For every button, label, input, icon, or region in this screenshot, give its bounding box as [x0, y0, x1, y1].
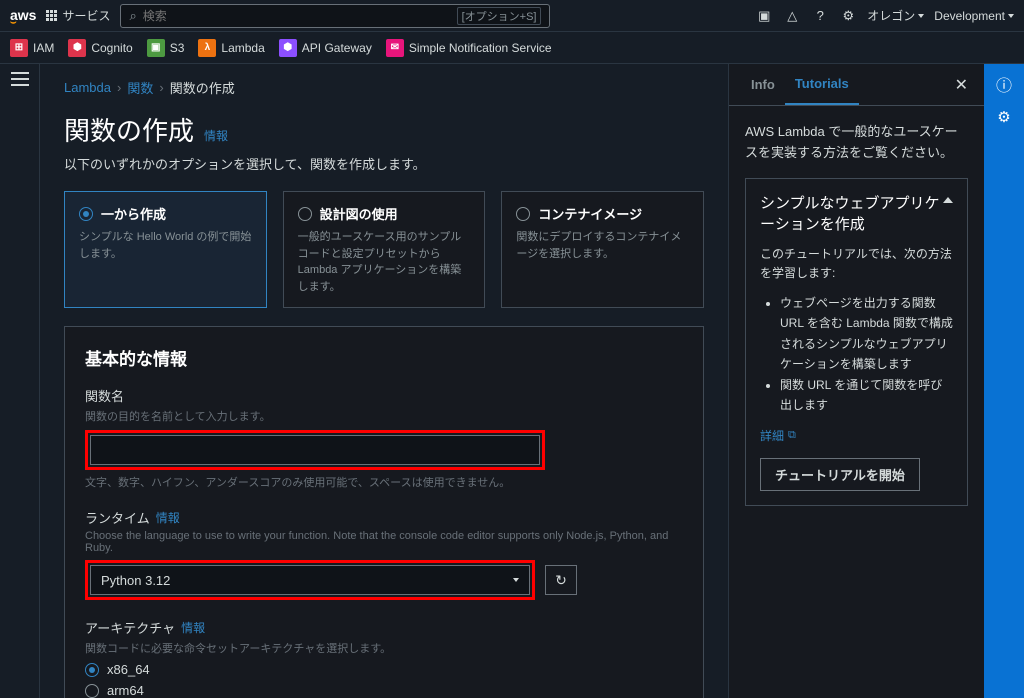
fav-apigw[interactable]: ⬢API Gateway	[279, 39, 372, 57]
arch-x86-radio[interactable]: x86_64	[85, 662, 683, 677]
basic-info-panel: 基本的な情報 関数名 関数の目的を名前として入力します。 文字、数字、ハイフン、…	[64, 326, 704, 698]
rt-label: ランタイム情報	[85, 508, 683, 527]
left-nav-rail	[0, 64, 40, 698]
settings-icon[interactable]: ⚙	[839, 7, 857, 25]
gear-icon[interactable]: ⚙	[997, 108, 1010, 126]
arch-hint: 関数コードに必要な命令セットアーキテクチャを選択します。	[85, 640, 683, 656]
tutorial-desc: このチュートリアルでは、次の方法を学習します:	[760, 245, 953, 283]
option-scratch[interactable]: 一から作成 シンプルな Hello World の例で開始します。	[64, 191, 267, 308]
info-link[interactable]: 情報	[204, 127, 228, 144]
radio-icon	[85, 684, 99, 698]
side-body: AWS Lambda で一般的なユースケースを実装する方法をご覧ください。 シン…	[729, 106, 984, 522]
panel-heading: 基本的な情報	[85, 345, 683, 370]
help-icon[interactable]: ?	[811, 7, 829, 25]
rt-hint: Choose the language to use to write your…	[85, 530, 683, 554]
detail-link[interactable]: 詳細⧉	[760, 427, 953, 444]
architecture-field: アーキテクチャ情報 関数コードに必要な命令セットアーキテクチャを選択します。 x…	[85, 618, 683, 698]
tutorial-title: シンプルなウェブアプリケーションを作成	[760, 193, 943, 235]
info-link[interactable]: 情報	[156, 509, 180, 526]
list-item: ウェブページを出力する関数 URL を含む Lambda 関数で構成されるシンプ…	[780, 293, 953, 375]
refresh-icon: ↻	[555, 572, 567, 589]
notifications-icon[interactable]: △	[783, 7, 801, 25]
radio-icon	[516, 207, 530, 221]
option-container[interactable]: コンテナイメージ 関数にデプロイするコンテナイメージを選択します。	[501, 191, 704, 308]
fav-sns[interactable]: ✉Simple Notification Service	[386, 39, 552, 57]
list-item: 関数 URL を通じて関数を呼び出します	[780, 375, 953, 416]
page-subtitle: 以下のいずれかのオプションを選択して、関数を作成します。	[64, 154, 704, 173]
tutorial-card: シンプルなウェブアプリケーションを作成 このチュートリアルでは、次の方法を学習し…	[745, 178, 968, 507]
info-link[interactable]: 情報	[181, 619, 205, 636]
tab-tutorials[interactable]: Tutorials	[785, 64, 859, 105]
arch-label: アーキテクチャ情報	[85, 618, 683, 637]
info-icon[interactable]: ⓘ	[996, 72, 1012, 96]
tab-info[interactable]: Info	[741, 65, 785, 104]
crumb-functions[interactable]: 関数	[127, 78, 153, 97]
services-menu[interactable]: サービス	[46, 7, 110, 24]
fav-s3[interactable]: ▣S3	[147, 39, 185, 57]
fn-constraint: 文字、数字、ハイフン、アンダースコアのみ使用可能で、スペースは使用できません。	[85, 474, 683, 490]
refresh-button[interactable]: ↻	[545, 565, 577, 595]
side-intro: AWS Lambda で一般的なユースケースを実装する方法をご覧ください。	[745, 122, 968, 164]
close-panel-button[interactable]: ✕	[951, 71, 972, 99]
fn-label: 関数名	[85, 386, 683, 405]
crumb-current: 関数の作成	[170, 78, 235, 97]
crumb-sep: ›	[117, 80, 121, 95]
runtime-select[interactable]: Python 3.12	[90, 565, 530, 595]
highlight-annotation	[85, 430, 545, 470]
top-nav: aws⌣ サービス ⌕ [オプション+S] ▣ △ ? ⚙ オレゴン Devel…	[0, 0, 1024, 32]
start-tutorial-button[interactable]: チュートリアルを開始	[760, 458, 920, 491]
radio-icon	[85, 663, 99, 677]
fav-cognito[interactable]: ⬢Cognito	[68, 39, 132, 57]
radio-icon	[298, 207, 312, 221]
favorites-bar: ⊞IAM ⬢Cognito ▣S3 λLambda ⬢API Gateway ✉…	[0, 32, 1024, 64]
chevron-up-icon[interactable]	[943, 197, 953, 203]
main-content: Lambda › 関数 › 関数の作成 関数の作成 情報 以下のいずれかのオプシ…	[40, 64, 728, 698]
aws-logo[interactable]: aws⌣	[10, 7, 36, 25]
crumb-sep: ›	[159, 80, 163, 95]
right-tools-rail: ⓘ ⚙	[984, 64, 1024, 698]
function-name-input[interactable]	[90, 435, 540, 465]
creation-options: 一から作成 シンプルな Hello World の例で開始します。 設計図の使用…	[64, 191, 704, 308]
page-title: 関数の作成 情報	[64, 111, 704, 148]
search-icon: ⌕	[129, 8, 136, 24]
grid-icon	[46, 10, 57, 21]
arch-arm-radio[interactable]: arm64	[85, 683, 683, 698]
fav-iam[interactable]: ⊞IAM	[10, 39, 54, 57]
option-blueprint[interactable]: 設計図の使用 一般的ユースケース用のサンプルコードと設定プリセットから Lamb…	[283, 191, 486, 308]
crumb-lambda[interactable]: Lambda	[64, 80, 111, 95]
search-input[interactable]	[143, 9, 457, 23]
radio-icon	[79, 207, 93, 221]
tutorial-list: ウェブページを出力する関数 URL を含む Lambda 関数で構成されるシンプ…	[760, 293, 953, 415]
search-box[interactable]: ⌕ [オプション+S]	[120, 4, 550, 28]
external-link-icon: ⧉	[788, 429, 796, 442]
breadcrumb: Lambda › 関数 › 関数の作成	[64, 78, 704, 97]
services-label: サービス	[62, 7, 110, 24]
cloudshell-icon[interactable]: ▣	[755, 7, 773, 25]
function-name-field: 関数名 関数の目的を名前として入力します。 文字、数字、ハイフン、アンダースコア…	[85, 386, 683, 490]
chevron-down-icon	[513, 578, 519, 582]
runtime-field: ランタイム情報 Choose the language to use to wr…	[85, 508, 683, 600]
search-shortcut: [オプション+S]	[457, 7, 542, 25]
fn-hint: 関数の目的を名前として入力します。	[85, 408, 683, 424]
account-selector[interactable]: Development	[934, 9, 1014, 23]
help-panel: Info Tutorials ✕ AWS Lambda で一般的なユースケースを…	[728, 64, 984, 698]
region-selector[interactable]: オレゴン	[867, 7, 924, 24]
side-tabs: Info Tutorials ✕	[729, 64, 984, 106]
fav-lambda[interactable]: λLambda	[198, 39, 264, 57]
menu-toggle-icon[interactable]	[11, 72, 29, 86]
highlight-annotation: Python 3.12	[85, 560, 535, 600]
